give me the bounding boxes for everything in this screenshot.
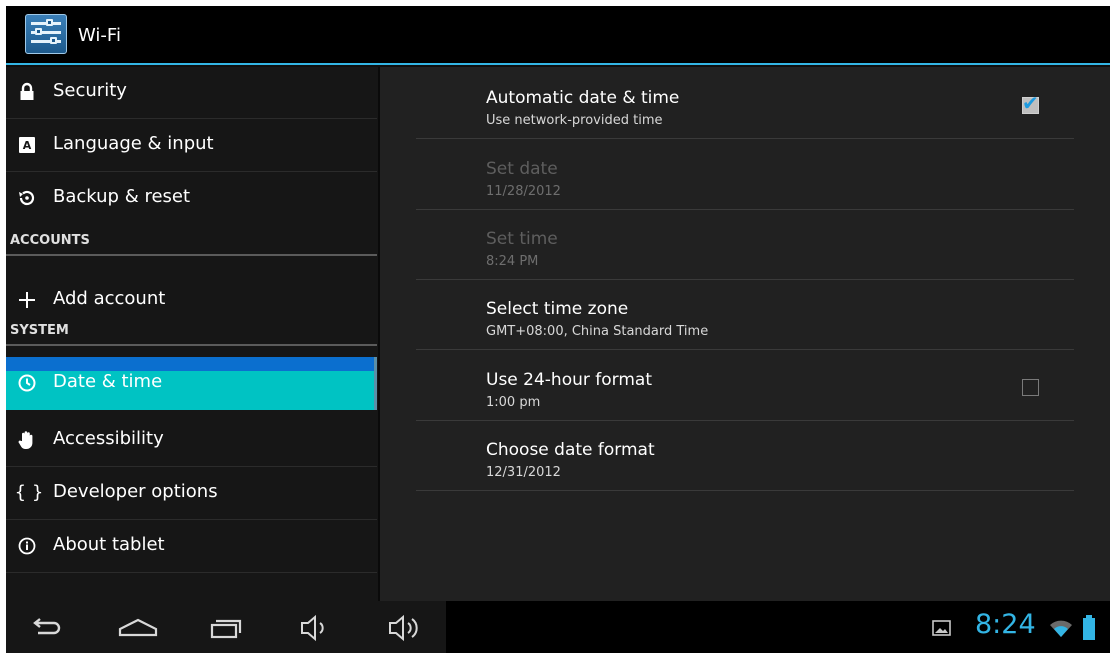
info-icon — [16, 535, 38, 557]
use-24-hour-format-checkbox[interactable] — [1022, 379, 1039, 396]
setting-summary: 11/28/2012 — [486, 184, 561, 199]
setting-summary: 1:00 pm — [486, 395, 541, 410]
setting-summary: 8:24 PM — [486, 254, 539, 269]
battery-icon — [1082, 614, 1096, 641]
setting-summary: GMT+08:00, China Standard Time — [486, 324, 709, 339]
setting-set-time[interactable]: Set time 8:24 PM — [416, 210, 1074, 280]
sidebar-item-label: Backup & reset — [53, 186, 191, 207]
tablet-screen: Wi-Fi Security A Language & input Backup… — [6, 6, 1110, 653]
braces-icon: { } — [14, 482, 44, 503]
sidebar-item-security[interactable]: Security — [6, 67, 377, 119]
volume-down-icon[interactable] — [296, 609, 344, 645]
setting-set-date[interactable]: Set date 11/28/2012 — [416, 140, 1074, 210]
sidebar-item-label: About tablet — [53, 534, 165, 555]
action-bar-title[interactable]: Wi-Fi — [78, 25, 121, 46]
section-header-label: ACCOUNTS — [10, 233, 90, 248]
wifi-icon — [1048, 617, 1074, 639]
home-icon[interactable] — [114, 609, 162, 645]
section-header-system: SYSTEM — [6, 318, 377, 346]
screenshot-notification-icon[interactable] — [931, 619, 953, 637]
sidebar-item-about-tablet[interactable]: About tablet — [6, 521, 377, 573]
sidebar-item-label: Accessibility — [53, 428, 164, 449]
hand-icon — [16, 429, 38, 451]
setting-title: Automatic date & time — [486, 88, 680, 108]
checkmark-icon: ✔ — [1022, 91, 1039, 115]
selection-edge — [374, 357, 377, 410]
setting-use-24-hour-format[interactable]: Use 24-hour format 1:00 pm — [416, 351, 1074, 421]
setting-automatic-date-time[interactable]: Automatic date & time Use network-provid… — [416, 69, 1074, 139]
system-navigation-bar: 8:24 — [6, 601, 1110, 653]
setting-title: Set time — [486, 229, 558, 249]
action-bar-accent-line — [6, 63, 1110, 65]
sidebar-item-label: Language & input — [53, 133, 214, 154]
lock-icon — [16, 81, 38, 103]
sidebar-item-developer-options[interactable]: { } Developer options — [6, 468, 377, 520]
clock-icon — [16, 372, 38, 394]
setting-summary: 12/31/2012 — [486, 465, 561, 480]
sidebar-item-language-input[interactable]: A Language & input — [6, 120, 377, 172]
setting-title: Choose date format — [486, 440, 655, 460]
settings-sliders-icon[interactable] — [25, 14, 67, 54]
settings-sidebar: Security A Language & input Backup & res… — [6, 67, 378, 601]
volume-up-icon[interactable] — [384, 609, 432, 645]
status-clock[interactable]: 8:24 — [975, 609, 1036, 640]
setting-title: Select time zone — [486, 299, 629, 319]
selection-highlight-band — [6, 357, 377, 371]
setting-title: Set date — [486, 159, 558, 179]
sidebar-item-label: Add account — [53, 288, 166, 309]
recent-apps-icon[interactable] — [204, 609, 252, 645]
date-time-settings-pane: Automatic date & time Use network-provid… — [380, 67, 1110, 601]
section-header-accounts: ACCOUNTS — [6, 228, 377, 256]
sidebar-item-backup-reset[interactable]: Backup & reset — [6, 173, 377, 225]
back-icon[interactable] — [24, 609, 72, 645]
action-bar: Wi-Fi — [6, 6, 1110, 65]
plus-icon — [16, 289, 38, 311]
sidebar-item-label: Developer options — [53, 481, 218, 502]
setting-select-time-zone[interactable]: Select time zone GMT+08:00, China Standa… — [416, 280, 1074, 350]
sidebar-item-date-time[interactable]: Date & time — [6, 357, 377, 410]
sidebar-item-accessibility[interactable]: Accessibility — [6, 415, 377, 467]
section-header-label: SYSTEM — [10, 323, 69, 338]
backup-icon — [16, 187, 38, 209]
automatic-date-time-checkbox[interactable]: ✔ — [1022, 92, 1039, 114]
keyboard-icon: A — [16, 134, 38, 156]
sidebar-item-label: Date & time — [53, 371, 163, 392]
sidebar-item-label: Security — [53, 80, 127, 101]
setting-choose-date-format[interactable]: Choose date format 12/31/2012 — [416, 421, 1074, 491]
setting-summary: Use network-provided time — [486, 113, 663, 128]
svg-text:A: A — [23, 139, 32, 152]
setting-title: Use 24-hour format — [486, 370, 652, 390]
